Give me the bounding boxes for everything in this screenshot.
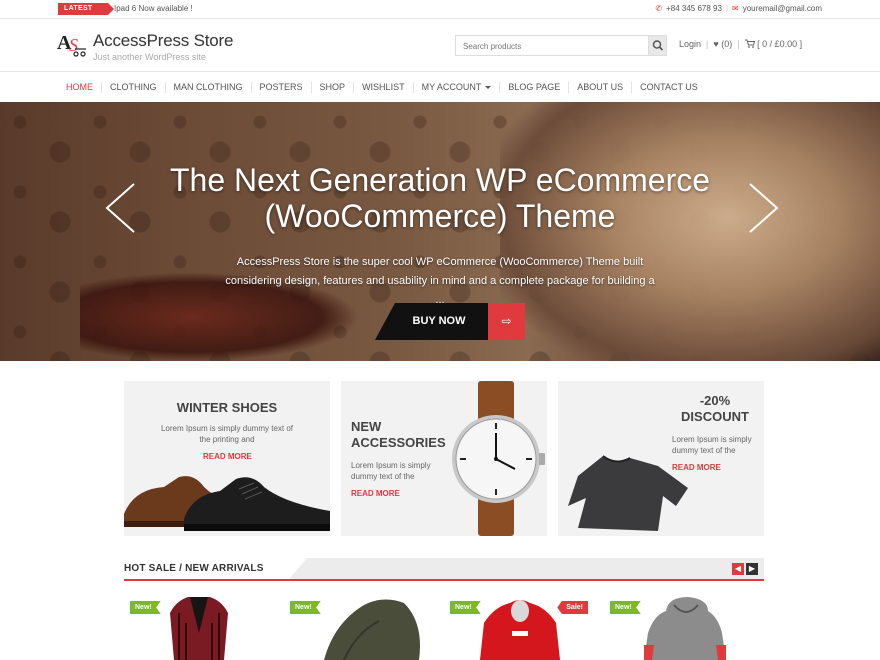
nav-item-posters[interactable]: POSTERS bbox=[252, 81, 312, 93]
read-more-link[interactable]: READ MORE bbox=[203, 452, 252, 461]
promo-text-line: the printing and bbox=[199, 435, 255, 444]
search-input[interactable] bbox=[456, 37, 646, 56]
promo-text-line: Lorem Ipsum is simply dummy text of bbox=[160, 424, 294, 433]
carousel-next-icon[interactable]: ▶ bbox=[746, 563, 758, 575]
promo-new-accessories[interactable]: NEW ACCESSORIES Lorem Ipsum is simply du… bbox=[341, 381, 547, 536]
nav-item-home[interactable]: HOME bbox=[58, 81, 102, 93]
nav-item-my-account[interactable]: MY ACCOUNT bbox=[414, 81, 501, 93]
nav-item-clothing[interactable]: CLOTHING bbox=[102, 81, 166, 93]
promo-title: NEW ACCESSORIES bbox=[351, 419, 446, 451]
chevron-down-icon bbox=[485, 85, 492, 89]
promo-title-line: NEW bbox=[351, 419, 382, 434]
slider-next-arrow-icon[interactable] bbox=[748, 182, 780, 234]
envelope-icon: ✉ bbox=[732, 4, 739, 13]
buy-now-button[interactable]: BUY NOW ⇨ bbox=[375, 303, 525, 340]
nav-item-about-us[interactable]: ABOUT US bbox=[569, 81, 633, 93]
cart-total: [ 0 / £0.00 ] bbox=[757, 39, 803, 49]
hot-sale-bar-bg bbox=[289, 558, 764, 579]
product-card[interactable]: New! bbox=[604, 593, 754, 660]
search-box bbox=[455, 35, 667, 56]
new-badge: New! bbox=[610, 601, 641, 614]
product-card[interactable]: New! bbox=[284, 593, 434, 660]
separator: | bbox=[725, 4, 729, 13]
email-address[interactable]: youremail@gmail.com bbox=[743, 4, 822, 13]
buy-now-label: BUY NOW bbox=[375, 303, 489, 340]
site-header: A S AccessPress Store Just another WordP… bbox=[0, 20, 880, 72]
product-card[interactable]: New! bbox=[124, 593, 274, 660]
cart-icon bbox=[744, 39, 755, 48]
slide-description: AccessPress Store is the super cool WP e… bbox=[220, 253, 660, 310]
hot-sale-header: HOT SALE / NEW ARRIVALS ◀ ▶ bbox=[124, 558, 764, 581]
new-badge: New! bbox=[450, 601, 481, 614]
tshirt-image bbox=[568, 455, 688, 531]
phone-number: +84 345 678 93 bbox=[666, 4, 722, 13]
promo-text-line: Lorem Ipsum is simply bbox=[351, 461, 431, 470]
logo-icon[interactable]: A S bbox=[57, 31, 87, 57]
wishlist-count: (0) bbox=[721, 39, 733, 49]
promo-text-line: dummy text of the bbox=[351, 472, 415, 481]
carousel-prev-icon[interactable]: ◀ bbox=[732, 563, 744, 575]
slide-text-line: AccessPress Store is the super cool WP e… bbox=[236, 256, 644, 268]
product-card[interactable]: New! Sale! bbox=[444, 593, 594, 660]
promo-discount[interactable]: -20% DISCOUNT Lorem Ipsum is simply dumm… bbox=[558, 381, 764, 536]
read-more-link[interactable]: READ MORE bbox=[351, 489, 400, 498]
new-badge: New! bbox=[290, 601, 321, 614]
arrow-right-icon: ⇨ bbox=[488, 303, 525, 340]
promo-title: -20% DISCOUNT bbox=[672, 393, 758, 425]
nav-item-shop[interactable]: SHOP bbox=[312, 81, 355, 93]
promo-text: Lorem Ipsum is simply dummy text of the bbox=[351, 460, 431, 482]
wishlist-link[interactable]: ♥ (0) bbox=[713, 39, 732, 49]
shoes-image bbox=[124, 476, 330, 531]
promo-title-line: ACCESSORIES bbox=[351, 435, 446, 450]
promo-title: WINTER SHOES bbox=[176, 400, 278, 415]
news-ticker[interactable]: Ipad 6 Now available ! bbox=[114, 4, 193, 13]
separator: | bbox=[706, 39, 709, 49]
nav-item-wishlist[interactable]: WISHLIST bbox=[354, 81, 414, 93]
promo-title-line: -20% bbox=[699, 393, 731, 408]
sale-badge: Sale! bbox=[557, 601, 588, 614]
slider-prev-arrow-icon[interactable] bbox=[104, 182, 136, 234]
search-icon bbox=[652, 40, 664, 51]
latest-tag: LATEST bbox=[58, 3, 114, 15]
promo-title-line: DISCOUNT bbox=[681, 409, 749, 424]
heart-icon: ♥ bbox=[713, 39, 719, 49]
login-link[interactable]: Login bbox=[679, 39, 701, 49]
header-links: Login | ♥ (0) | [ 0 / £0.00 ] bbox=[679, 39, 802, 49]
site-tagline: Just another WordPress site bbox=[93, 52, 206, 62]
main-nav: HOME CLOTHING MAN CLOTHING POSTERS SHOP … bbox=[0, 73, 880, 101]
nav-item-label: MY ACCOUNT bbox=[421, 81, 482, 92]
contact-info: ✆ +84 345 678 93 | ✉ youremail@gmail.com bbox=[655, 4, 822, 13]
nav-item-man-clothing[interactable]: MAN CLOTHING bbox=[166, 81, 252, 93]
nav-item-blog-page[interactable]: BLOG PAGE bbox=[500, 81, 570, 93]
top-bar: LATEST Ipad 6 Now available ! ✆ +84 345 … bbox=[0, 0, 880, 19]
watch-image bbox=[452, 381, 545, 536]
section-title: HOT SALE / NEW ARRIVALS bbox=[124, 563, 264, 574]
promo-winter-shoes[interactable]: WINTER SHOES Lorem Ipsum is simply dummy… bbox=[124, 381, 330, 536]
promo-text: Lorem Ipsum is simply dummy text of the … bbox=[124, 423, 330, 445]
carousel-nav: ◀ ▶ bbox=[732, 563, 758, 575]
separator: | bbox=[737, 39, 740, 49]
nav-item-contact-us[interactable]: CONTACT US bbox=[632, 82, 706, 93]
cart-link[interactable]: [ 0 / £0.00 ] bbox=[744, 39, 803, 49]
site-title[interactable]: AccessPress Store bbox=[93, 31, 233, 51]
phone-icon: ✆ bbox=[655, 4, 663, 13]
search-button[interactable] bbox=[648, 36, 666, 55]
